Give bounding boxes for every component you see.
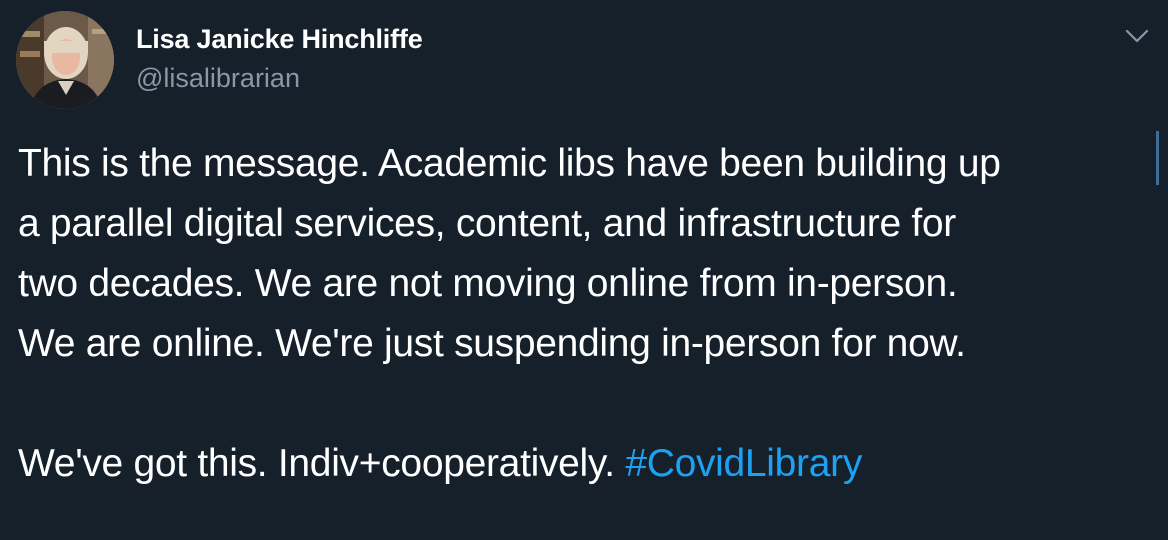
tweet-text-line: two decades. We are not moving online fr… bbox=[18, 262, 958, 305]
profile-photo-icon bbox=[16, 11, 114, 109]
chevron-down-icon[interactable] bbox=[1124, 26, 1150, 46]
avatar[interactable] bbox=[16, 11, 114, 109]
tweet-text: This is the message. Academic libs have … bbox=[18, 134, 1152, 494]
author-handle[interactable]: @lisalibrarian bbox=[136, 63, 300, 94]
hashtag-link[interactable]: #CovidLibrary bbox=[625, 442, 862, 485]
tweet-text-line: We are online. We're just suspending in-… bbox=[18, 322, 966, 365]
author-name[interactable]: Lisa Janicke Hinchliffe bbox=[136, 24, 423, 55]
tweet-text-line: a parallel digital services, content, an… bbox=[18, 202, 956, 245]
closing-text: We've got this. Indiv+cooperatively. bbox=[18, 442, 626, 485]
tweet-text-line: This is the message. Academic libs have … bbox=[18, 142, 1001, 185]
tweet-closing-line: We've got this. Indiv+cooperatively. #Co… bbox=[18, 434, 1152, 494]
paragraph-break bbox=[18, 374, 1152, 434]
tweet-card: Lisa Janicke Hinchliffe @lisalibrarian T… bbox=[0, 0, 1168, 540]
text-selection-caret bbox=[1156, 131, 1159, 185]
